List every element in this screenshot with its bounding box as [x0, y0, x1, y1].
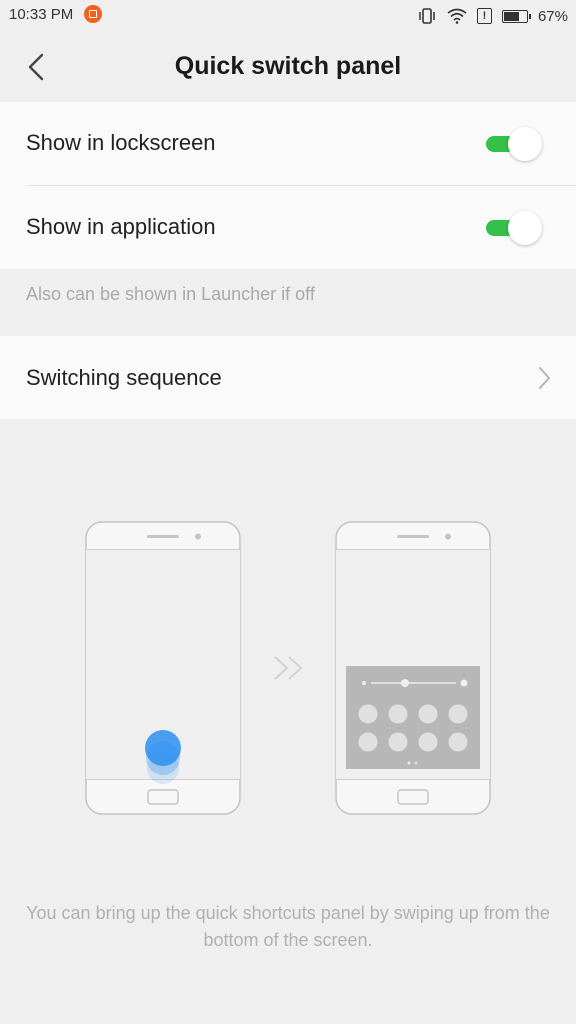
notification-icon — [84, 5, 102, 23]
alert-icon: ! — [476, 8, 492, 24]
application-toggle[interactable] — [486, 211, 543, 245]
switching-sequence-label: Switching sequence — [26, 365, 222, 390]
battery-icon — [501, 9, 531, 23]
launcher-hint: Also can be shown in Launcher if off — [26, 284, 315, 304]
switching-sequence-row[interactable]: Switching sequence — [0, 336, 576, 419]
setting-label-lockscreen: Show in lockscreen — [26, 130, 216, 155]
battery-fill — [503, 11, 519, 21]
status-icons: ! 67% — [417, 6, 568, 26]
setting-row-lockscreen[interactable]: Show in lockscreen — [0, 102, 576, 186]
chevron-right-icon — [539, 367, 550, 389]
toggle-settings-card: Show in lockscreen Show in application — [0, 102, 576, 269]
swipe-up-illustration — [85, 521, 491, 815]
double-chevron-icon — [274, 656, 303, 680]
toggle-knob — [508, 127, 542, 161]
phone-illustration-left — [85, 521, 241, 815]
toggle-knob — [508, 211, 542, 245]
setting-row-application[interactable]: Show in application — [0, 186, 576, 270]
battery-percent: 67% — [537, 7, 568, 25]
wifi-icon — [447, 8, 467, 24]
vibrate-icon — [419, 8, 435, 24]
status-time: 10:33 PM — [9, 6, 74, 23]
phone-illustration-right — [335, 521, 491, 815]
title-bar: Quick switch panel — [0, 32, 576, 102]
page-title: Quick switch panel — [174, 52, 402, 80]
setting-label-application: Show in application — [26, 214, 216, 239]
status-bar: 10:33 PM ! 67% — [0, 0, 576, 32]
lockscreen-toggle[interactable] — [486, 127, 543, 161]
instruction-text: You can bring up the quick shortcuts pan… — [26, 903, 550, 950]
